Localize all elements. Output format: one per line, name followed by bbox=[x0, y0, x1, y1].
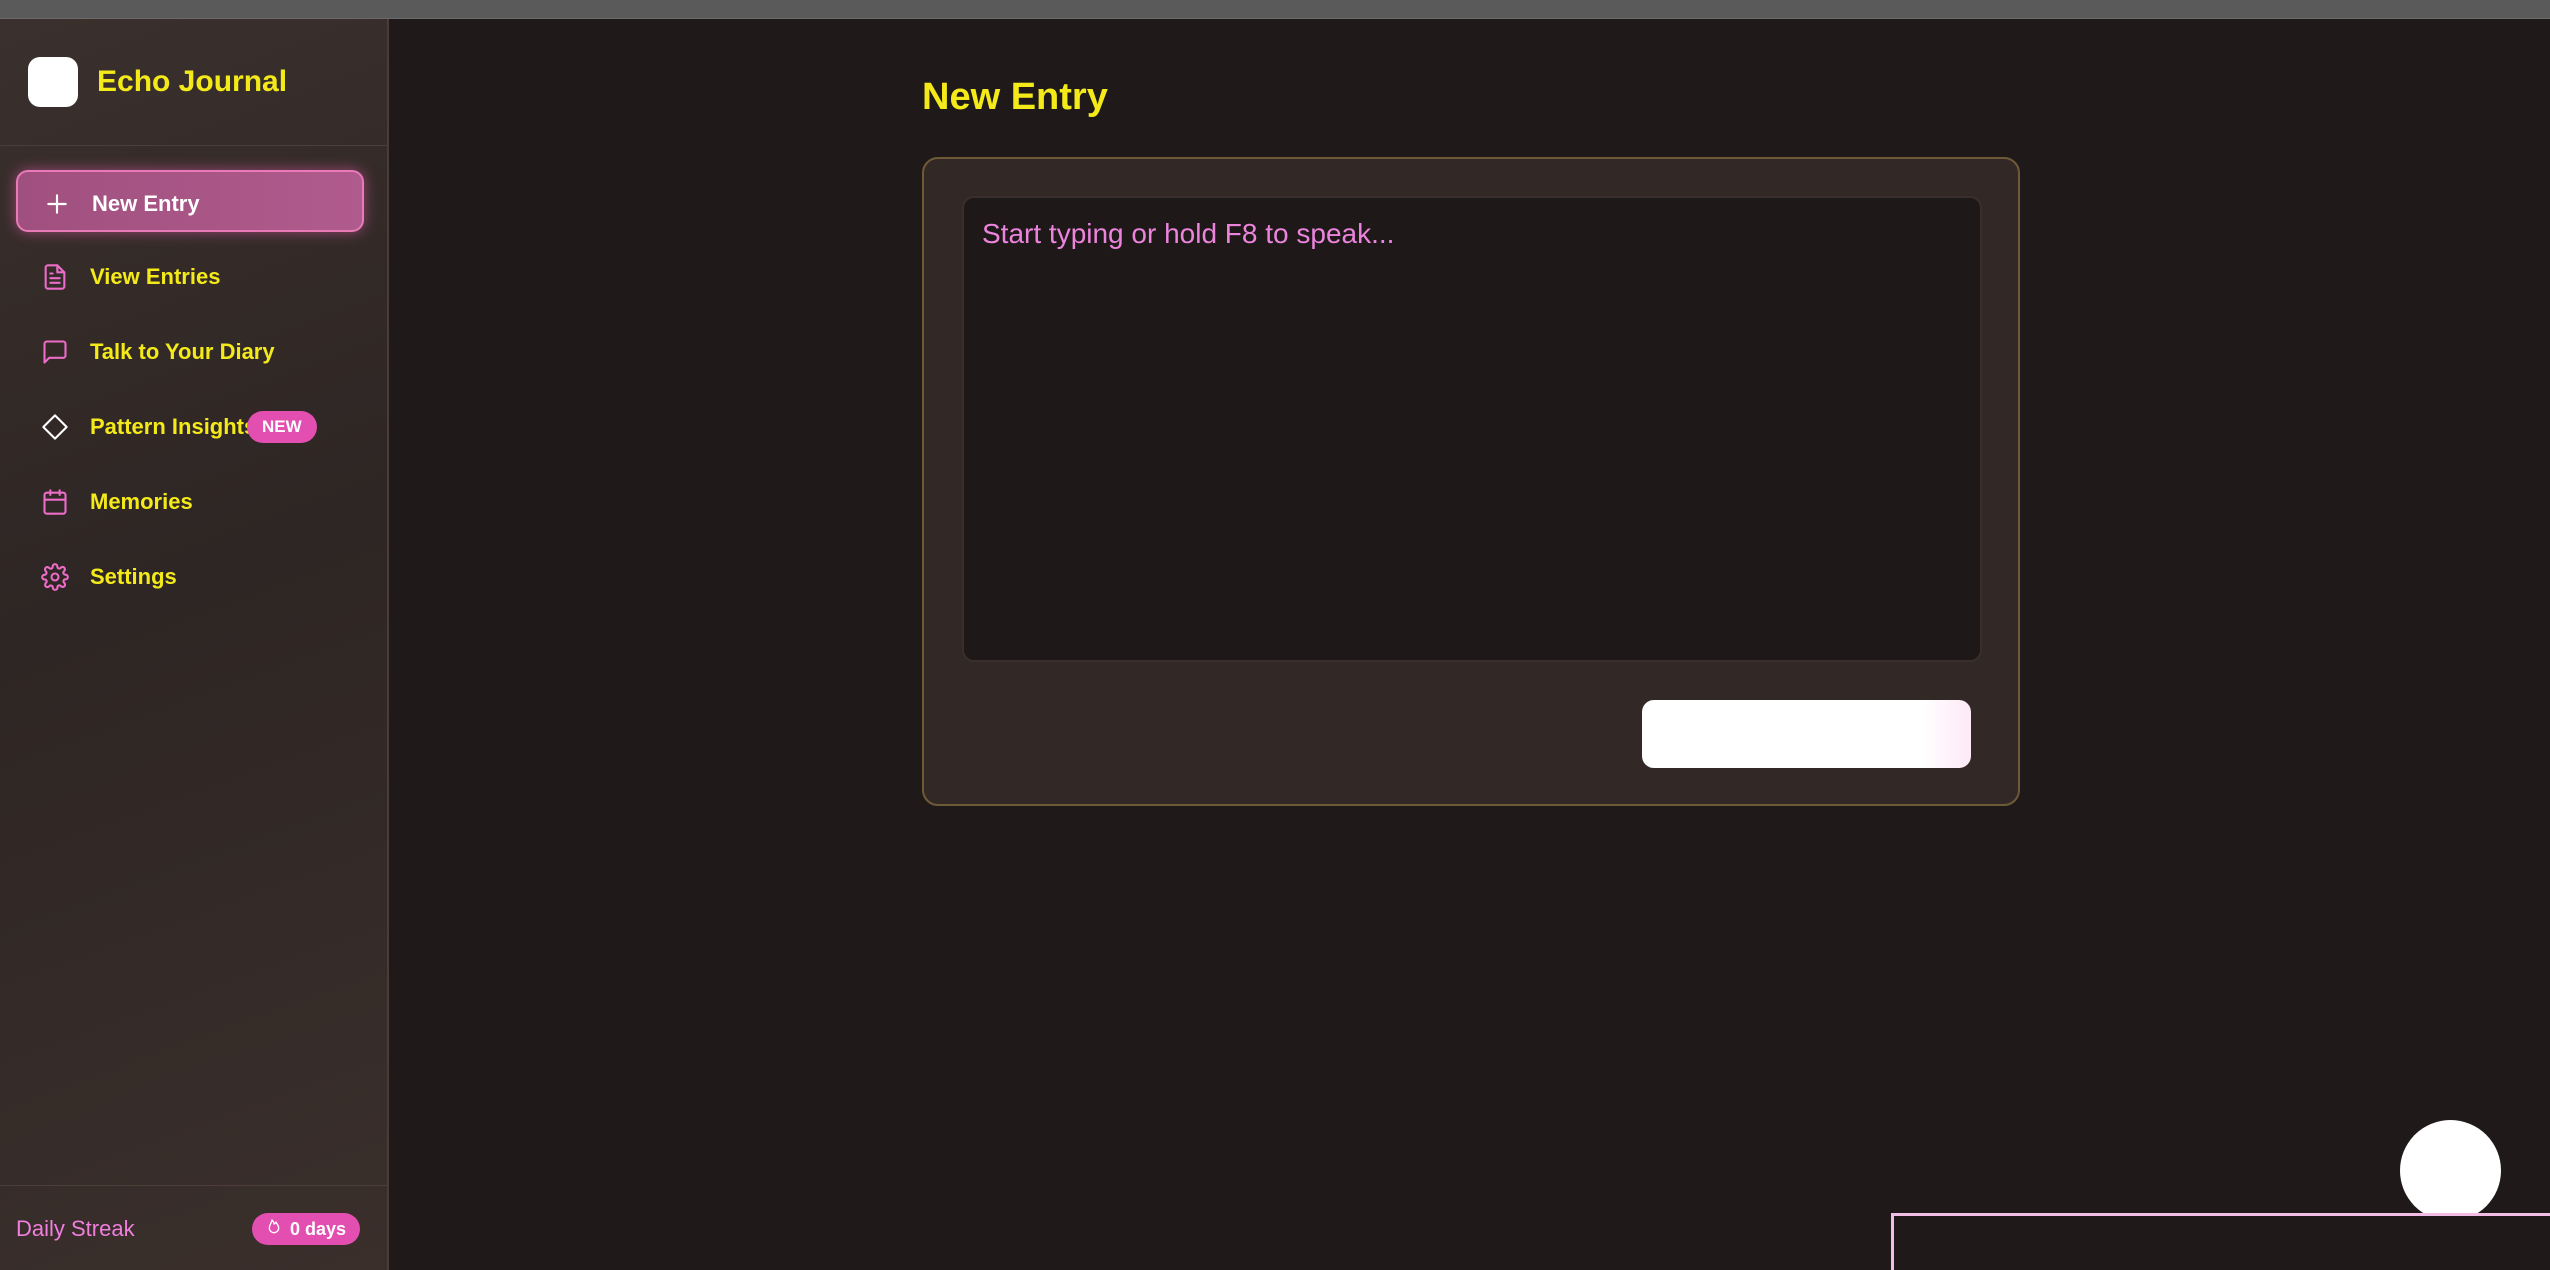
chat-bubble-icon bbox=[40, 337, 70, 367]
main-content: New Entry bbox=[389, 19, 2550, 1270]
plus-icon bbox=[42, 189, 72, 219]
app-logo bbox=[28, 57, 78, 107]
sidebar-item-label: New Entry bbox=[92, 191, 200, 216]
new-badge: NEW bbox=[247, 411, 317, 443]
flame-icon bbox=[266, 1213, 282, 1245]
sidebar-item-pattern-insights[interactable]: Pattern Insights NEW bbox=[16, 395, 364, 457]
calendar-icon bbox=[40, 487, 70, 517]
sidebar-item-label: View Entries bbox=[90, 264, 221, 289]
sidebar-item-label: Memories bbox=[90, 489, 193, 514]
sidebar-item-label: Pattern Insights bbox=[90, 414, 257, 439]
entry-card bbox=[922, 157, 2020, 806]
sidebar-item-label: Settings bbox=[90, 564, 177, 589]
page-title: New Entry bbox=[922, 76, 1108, 118]
save-entry-button[interactable] bbox=[1642, 700, 1971, 768]
sidebar-item-memories[interactable]: Memories bbox=[16, 470, 364, 532]
sidebar-item-settings[interactable]: Settings bbox=[16, 545, 364, 607]
brand-header: Echo Journal bbox=[0, 19, 387, 146]
journal-entry-input[interactable] bbox=[962, 196, 1982, 662]
daily-streak: Daily Streak 0 days bbox=[0, 1185, 387, 1270]
floating-action-button[interactable] bbox=[2400, 1120, 2501, 1221]
bottom-panel bbox=[1891, 1213, 2550, 1270]
gear-icon bbox=[40, 562, 70, 592]
document-icon bbox=[40, 262, 70, 292]
streak-label: Daily Streak bbox=[16, 1216, 135, 1241]
diamond-icon bbox=[40, 412, 70, 442]
sidebar-item-talk-to-diary[interactable]: Talk to Your Diary bbox=[16, 320, 364, 382]
app-title: Echo Journal bbox=[97, 65, 288, 98]
sidebar-item-new-entry[interactable]: New Entry bbox=[16, 170, 364, 232]
sidebar-item-label: Talk to Your Diary bbox=[90, 339, 275, 364]
sidebar-item-view-entries[interactable]: View Entries bbox=[16, 245, 364, 307]
streak-badge: 0 days bbox=[252, 1213, 361, 1245]
browser-top-bar bbox=[0, 0, 2550, 19]
streak-value: 0 days bbox=[290, 1219, 347, 1239]
sidebar: Echo Journal New Entry View Entries Talk… bbox=[0, 19, 389, 1270]
